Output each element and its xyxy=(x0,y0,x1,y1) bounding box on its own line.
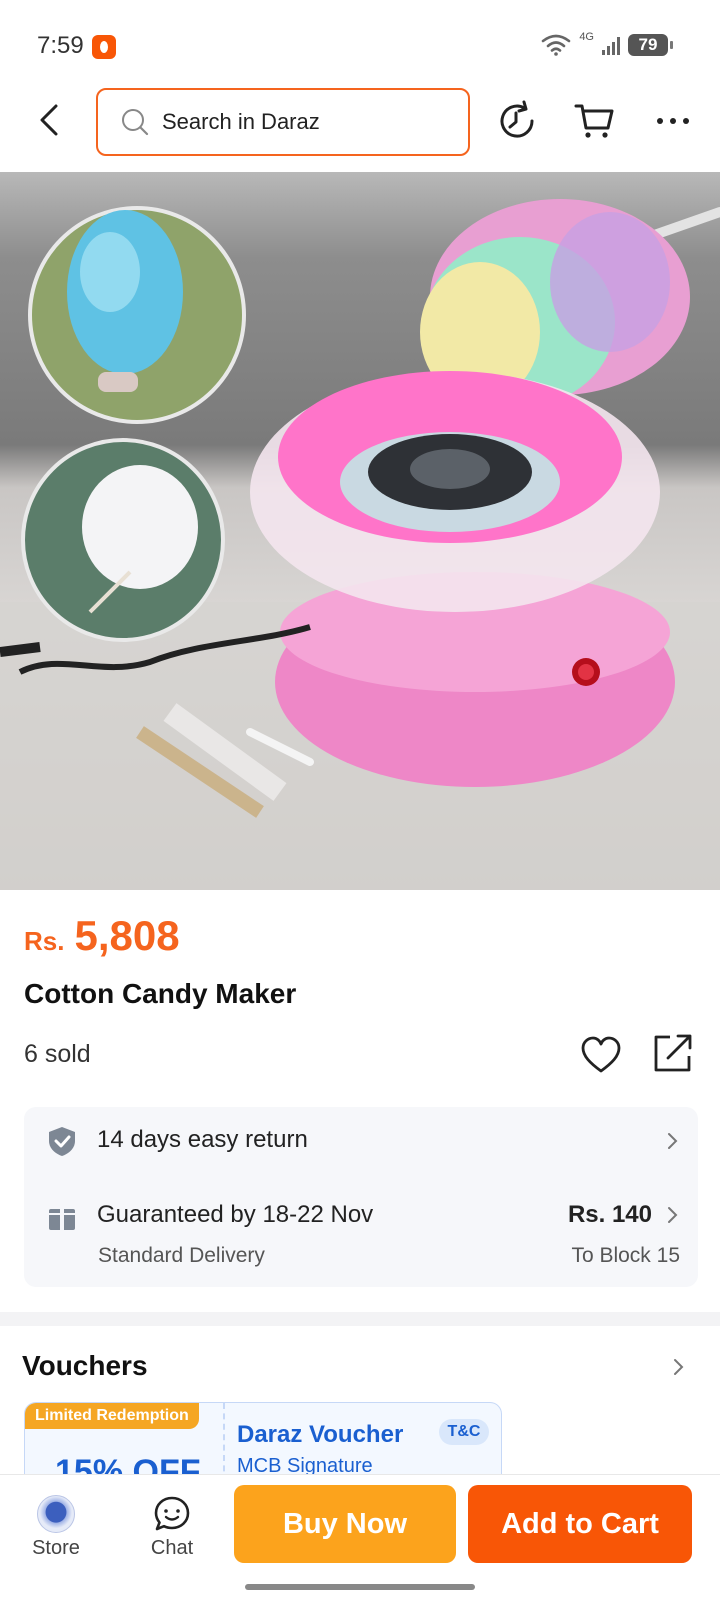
service-info-card: 14 days easy return Guaranteed by 18-22 … xyxy=(24,1107,698,1287)
store-button[interactable]: Store xyxy=(16,1495,96,1560)
delivery-box-icon xyxy=(49,1204,75,1230)
chevron-right-icon[interactable] xyxy=(666,1205,680,1225)
delivery-guarantee[interactable]: Guaranteed by 18-22 Nov xyxy=(97,1201,373,1229)
chat-icon xyxy=(154,1496,190,1531)
wifi-icon xyxy=(542,34,571,56)
delivery-fee: Rs. 140 xyxy=(567,1201,652,1228)
voucher-tc-button[interactable]: T&C xyxy=(439,1419,489,1445)
chat-label: Chat xyxy=(150,1537,194,1559)
delivery-type: Standard Delivery xyxy=(98,1244,265,1267)
price-value: 5,808 xyxy=(74,912,180,959)
sold-count: 6 sold xyxy=(24,1040,91,1068)
bottom-action-bar: Store Chat Buy Now Add to Cart xyxy=(0,1474,720,1600)
back-arrow-icon[interactable] xyxy=(30,100,70,140)
history-icon[interactable] xyxy=(496,100,538,142)
chevron-right-icon[interactable] xyxy=(666,1131,680,1151)
heart-icon[interactable] xyxy=(580,1035,622,1075)
delivery-destination: To Block 15 xyxy=(571,1244,680,1267)
vouchers-title: Vouchers xyxy=(22,1350,148,1381)
shield-check-icon xyxy=(49,1127,75,1156)
product-photo xyxy=(0,199,720,890)
status-bar: 7:59 4G 79 xyxy=(0,0,720,86)
more-icon[interactable] xyxy=(652,100,694,142)
price-currency: Rs. xyxy=(24,926,65,956)
top-nav: Search in Daraz xyxy=(0,86,720,172)
product-image[interactable] xyxy=(0,172,720,890)
cart-icon[interactable] xyxy=(574,100,616,142)
section-divider xyxy=(0,1312,720,1326)
daraz-notification-icon xyxy=(92,35,116,59)
buy-now-button[interactable]: Buy Now xyxy=(234,1485,456,1563)
signal-icon xyxy=(602,35,620,55)
store-label: Store xyxy=(32,1537,80,1559)
search-icon xyxy=(122,109,149,136)
product-title: Cotton Candy Maker xyxy=(24,978,297,1009)
voucher-badge: Limited Redemption xyxy=(25,1403,199,1429)
battery-icon: 79 xyxy=(628,34,673,56)
add-to-cart-button[interactable]: Add to Cart xyxy=(468,1485,692,1563)
network-type-label: 4G xyxy=(579,31,594,43)
price: Rs. 5,808 xyxy=(24,912,180,960)
status-icons: 4G 79 xyxy=(541,31,673,56)
share-icon[interactable] xyxy=(652,1032,694,1074)
store-avatar xyxy=(37,1495,75,1533)
chat-button[interactable]: Chat xyxy=(132,1495,212,1560)
status-time: 7:59 xyxy=(37,32,84,59)
home-indicator[interactable] xyxy=(245,1584,475,1590)
chevron-right-icon[interactable] xyxy=(672,1357,686,1377)
voucher-name: Daraz Voucher xyxy=(237,1421,404,1448)
search-placeholder: Search in Daraz xyxy=(162,109,320,134)
return-policy[interactable]: 14 days easy return xyxy=(97,1126,308,1154)
search-input[interactable]: Search in Daraz xyxy=(96,88,470,156)
